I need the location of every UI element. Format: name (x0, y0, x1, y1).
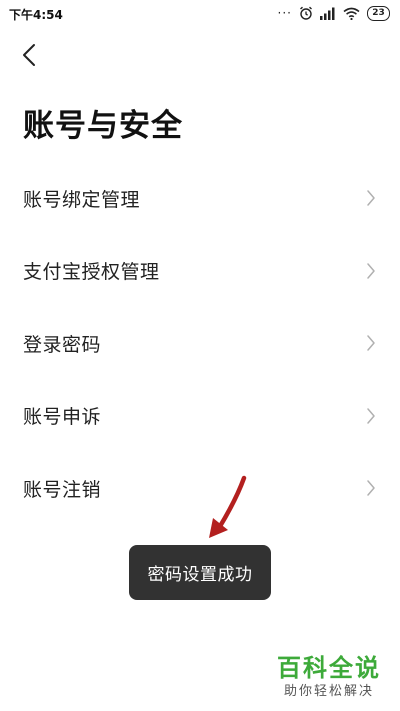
status-icons: ··· 23 (278, 5, 390, 21)
page-title: 账号与安全 (23, 108, 183, 144)
alarm-icon (300, 6, 312, 20)
annotation-arrow-icon (209, 475, 247, 538)
menu-item-login-password[interactable]: 登录密码 (0, 307, 400, 380)
menu-item-account-appeal[interactable]: 账号申诉 (0, 380, 400, 453)
back-button[interactable] (14, 38, 44, 72)
signal-icon (320, 7, 335, 20)
menu-item-alipay-authorization[interactable]: 支付宝授权管理 (0, 235, 400, 308)
menu-item-label: 支付宝授权管理 (23, 261, 160, 284)
chevron-right-icon (367, 263, 375, 279)
toast-message: 密码设置成功 (129, 545, 271, 600)
chevron-right-icon (367, 335, 375, 351)
battery-icon: 23 (367, 5, 390, 21)
chevron-right-icon (367, 480, 375, 496)
menu-item-label: 账号绑定管理 (23, 188, 141, 211)
chevron-right-icon (367, 190, 375, 206)
menu-item-account-binding[interactable]: 账号绑定管理 (0, 162, 400, 235)
watermark-sub: 助你轻松解决 (283, 684, 374, 699)
menu-item-label: 账号申诉 (23, 406, 102, 429)
watermark-main: 百科全说 (277, 654, 381, 682)
menu-item-label: 登录密码 (23, 333, 102, 356)
wifi-icon (343, 7, 360, 20)
more-notifications-icon: ··· (277, 6, 292, 20)
back-arrow-icon (23, 44, 35, 66)
watermark-logo: 百科全说 助你轻松解决 (274, 653, 384, 701)
status-time: 下午4:54 (9, 8, 63, 22)
menu-item-label: 账号注销 (23, 478, 102, 501)
chevron-right-icon (367, 408, 375, 424)
status-bar: 下午4:54 ··· 23 (0, 0, 400, 28)
